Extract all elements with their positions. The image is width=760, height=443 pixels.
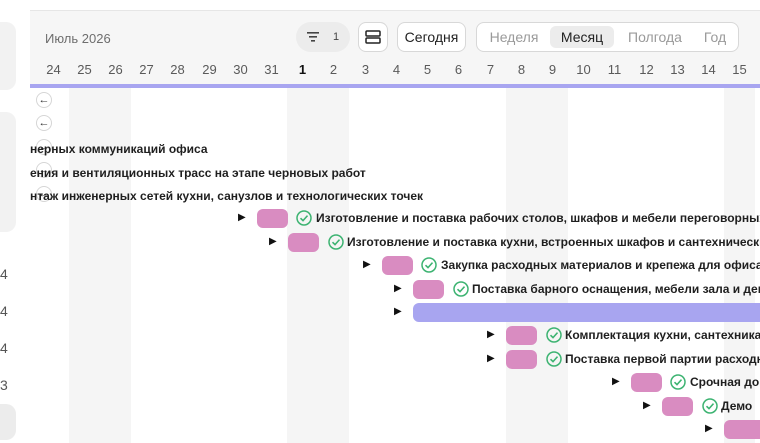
check-icon: [702, 398, 718, 414]
filter-icon: [306, 32, 319, 42]
timeline-accent-line: [30, 84, 760, 88]
check-icon: [670, 374, 686, 390]
check-icon: [421, 257, 437, 273]
check-icon: [546, 351, 562, 367]
day-label: 11: [607, 62, 622, 77]
day-label: 15: [732, 62, 747, 77]
layers-button[interactable]: [358, 22, 388, 52]
task-label[interactable]: Срочная до: [690, 375, 759, 389]
today-button[interactable]: Сегодня: [397, 22, 466, 52]
day-label: 24: [46, 62, 61, 77]
day-label: 27: [139, 62, 154, 77]
day-label: 1: [298, 62, 307, 77]
offscreen-task-label[interactable]: нтаж инженерных сетей кухни, санузлов и …: [30, 189, 423, 203]
expand-arrow-icon[interactable]: ▶: [612, 376, 620, 387]
arrow-left-icon[interactable]: ←: [36, 92, 52, 108]
task-row: ▶ Поставка первой партии расходн: [0, 348, 760, 370]
task-label[interactable]: Закупка расходных материалов и крепежа д…: [441, 258, 760, 272]
expand-arrow-icon[interactable]: ▶: [269, 236, 277, 247]
task-row: ▶: [0, 301, 760, 323]
task-row: ▶ Комплектация кухни, сантехника: [0, 324, 760, 346]
expand-arrow-icon[interactable]: ▶: [363, 259, 371, 270]
view-halfyear[interactable]: Полгода: [617, 26, 693, 48]
summary-task-bar[interactable]: [413, 303, 760, 322]
expand-arrow-icon[interactable]: ▶: [705, 423, 713, 434]
task-label[interactable]: Демо: [721, 399, 752, 413]
view-switcher: Неделя Месяц Полгода Год: [476, 22, 739, 52]
expand-arrow-icon[interactable]: ▶: [238, 212, 246, 223]
task-bar[interactable]: [413, 280, 444, 299]
top-toolbar-edge: [30, 0, 760, 11]
day-label: 29: [202, 62, 217, 77]
day-label: 2: [329, 62, 338, 77]
day-label: 5: [423, 62, 432, 77]
task-bar[interactable]: [631, 373, 662, 392]
task-bar[interactable]: [288, 233, 319, 252]
month-label: Июль 2026: [45, 31, 111, 46]
task-row: ▶ Срочная до: [0, 371, 760, 393]
task-row: ▶ Изготовление и поставка рабочих столов…: [0, 207, 760, 229]
task-label[interactable]: Поставка барного оснащения, мебели зала …: [472, 282, 760, 296]
arrow-left-icon[interactable]: ←: [36, 115, 52, 131]
day-label: 13: [670, 62, 685, 77]
day-label: 26: [108, 62, 123, 77]
task-label[interactable]: Изготовление и поставка кухни, встроенны…: [347, 235, 760, 249]
day-label: 30: [233, 62, 248, 77]
task-label[interactable]: Поставка первой партии расходн: [565, 352, 760, 366]
task-row: ▶: [0, 418, 760, 440]
check-icon: [296, 210, 312, 226]
offscreen-task-label[interactable]: нерных коммуникаций офиса: [30, 142, 208, 156]
expand-arrow-icon[interactable]: ▶: [487, 329, 495, 340]
expand-arrow-icon[interactable]: ▶: [643, 400, 651, 411]
task-label[interactable]: Изготовление и поставка рабочих столов, …: [316, 211, 760, 225]
expand-arrow-icon[interactable]: ▶: [394, 283, 402, 294]
left-card[interactable]: [0, 22, 16, 90]
task-row: ▶ Закупка расходных материалов и крепежа…: [0, 254, 760, 276]
task-bar[interactable]: [662, 397, 693, 416]
check-icon: [546, 327, 562, 343]
day-label: 12: [639, 62, 654, 77]
day-label: 9: [548, 62, 557, 77]
task-row: ▶ Демо: [0, 395, 760, 417]
expand-arrow-icon[interactable]: ▶: [394, 306, 402, 317]
task-bar[interactable]: [382, 256, 413, 275]
filter-count: 1: [332, 31, 340, 43]
check-icon: [453, 281, 469, 297]
task-bar[interactable]: [257, 209, 288, 228]
day-label: 10: [576, 62, 591, 77]
expand-arrow-icon[interactable]: ▶: [487, 353, 495, 364]
task-bar[interactable]: [506, 350, 537, 369]
view-week[interactable]: Неделя: [481, 26, 547, 48]
day-label: 4: [392, 62, 401, 77]
task-label[interactable]: Комплектация кухни, сантехника: [565, 328, 760, 342]
day-label: 25: [77, 62, 92, 77]
day-label: 14: [701, 62, 716, 77]
day-label: 8: [517, 62, 526, 77]
day-label: 7: [486, 62, 495, 77]
task-bar[interactable]: [506, 326, 537, 345]
day-label: 6: [454, 62, 463, 77]
filter-button[interactable]: 1: [296, 22, 350, 52]
day-label: 31: [264, 62, 279, 77]
offscreen-task-label[interactable]: ения и вентиляционных трасс на этапе чер…: [30, 166, 366, 180]
task-row: ▶ Поставка барного оснащения, мебели зал…: [0, 278, 760, 300]
day-label: 28: [170, 62, 185, 77]
view-year[interactable]: Год: [695, 26, 735, 48]
view-month[interactable]: Месяц: [550, 26, 614, 48]
layers-icon: [365, 30, 381, 44]
task-row: ▶ Изготовление и поставка кухни, встроен…: [0, 231, 760, 253]
day-label: 3: [361, 62, 370, 77]
check-icon: [328, 234, 344, 250]
task-bar[interactable]: [724, 420, 760, 439]
